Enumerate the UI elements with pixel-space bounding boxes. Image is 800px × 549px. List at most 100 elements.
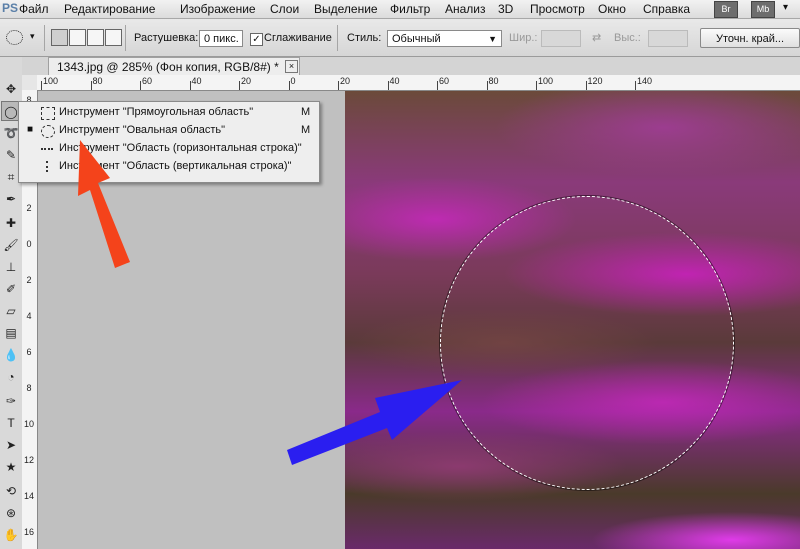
flyout-item[interactable]: ■ Инструмент "Овальная область" M [19, 122, 319, 140]
height-input[interactable] [648, 30, 688, 47]
ruler-label: 12 [23, 455, 34, 465]
ruler-origin[interactable] [22, 75, 38, 91]
bridge-button[interactable]: Br [714, 1, 738, 18]
document-tab-strip: 1343.jpg @ 285% (Фон копия, RGB/8#) * × [22, 57, 800, 76]
app-logo: PS [2, 1, 19, 15]
swap-icon[interactable]: ⇄ [592, 31, 601, 44]
flyout-item-label: Инструмент "Область (горизонтальная стро… [59, 142, 302, 154]
flyout-item-label: Инструмент "Овальная область" [59, 124, 226, 136]
ruler-label: 2 [26, 203, 32, 213]
menu-edit[interactable]: Редактирование [64, 2, 155, 16]
ruler-tick [90, 81, 92, 90]
brush-tool-icon[interactable]: 🖌 [1, 235, 21, 255]
blur-tool-icon[interactable]: 💧 [1, 345, 21, 365]
healing-brush-tool-icon[interactable]: ✚ [1, 213, 21, 233]
shape-tool-icon[interactable]: ★ [1, 457, 21, 477]
ruler-label: 0 [26, 239, 32, 249]
ruler-label: 8 [26, 383, 32, 393]
intersect-selection-icon[interactable] [105, 29, 122, 46]
shortcut-key: M [301, 124, 311, 136]
ruler-tick [140, 81, 141, 90]
active-bullet-icon: ■ [27, 124, 34, 135]
ruler-tick [189, 81, 191, 90]
ruler-label: 0 [290, 76, 296, 86]
close-icon[interactable]: × [285, 60, 298, 73]
ruler-label: 120 [587, 76, 603, 86]
ruler-label: 100 [43, 76, 59, 86]
clone-stamp-tool-icon[interactable]: ⊥ [1, 257, 21, 277]
feather-input[interactable]: 0 пикс. [199, 30, 243, 47]
ellipse-marquee-icon [41, 125, 55, 138]
move-tool-icon[interactable]: ✥ [1, 79, 21, 99]
ruler-label: 40 [389, 76, 400, 86]
add-selection-icon[interactable] [69, 29, 86, 46]
mini-bridge-button[interactable]: Mb [751, 1, 775, 18]
chevron-down-icon: ▼ [488, 34, 497, 44]
preset-dropdown-icon[interactable]: ▾ [30, 31, 35, 42]
style-select[interactable]: Обычный ▼ [387, 30, 502, 47]
menu-select[interactable]: Выделение [314, 2, 378, 16]
menu-layers[interactable]: Слои [270, 2, 299, 16]
flyout-item[interactable]: Инструмент "Область (горизонтальная стро… [19, 140, 319, 158]
document-image[interactable] [345, 91, 800, 549]
ruler-tick [486, 81, 488, 90]
ruler-label: 100 [538, 76, 554, 86]
separator [125, 25, 126, 51]
menu-view[interactable]: Просмотр [530, 2, 585, 16]
row-marquee-icon [41, 148, 53, 150]
menu-3d[interactable]: 3D [498, 2, 513, 16]
ruler-tick [338, 81, 339, 90]
dodge-tool-icon[interactable]: ◔ [1, 367, 21, 387]
eraser-tool-icon[interactable]: ▱ [1, 301, 21, 321]
menu-file[interactable]: Файл [19, 2, 49, 16]
menu-image[interactable]: Изображение [180, 2, 256, 16]
refine-edge-button[interactable]: Уточн. край... [700, 28, 800, 48]
ruler-tick [437, 81, 438, 90]
ellipse-marquee-preset-icon[interactable] [6, 30, 23, 45]
3d-orbit-tool-icon[interactable]: ⊛ [1, 503, 21, 523]
path-select-tool-icon[interactable]: ➤ [1, 435, 21, 455]
ruler-tick [387, 81, 389, 90]
document-tab[interactable]: 1343.jpg @ 285% (Фон копия, RGB/8#) * × [48, 57, 300, 76]
ruler-tick [635, 81, 636, 90]
3d-rotate-tool-icon[interactable]: ⟲ [1, 481, 21, 501]
menu-analysis[interactable]: Анализ [445, 2, 486, 16]
antialias-checkbox[interactable]: ✓ [250, 33, 263, 46]
type-tool-icon[interactable]: T [1, 413, 21, 433]
ruler-label: 6 [26, 347, 32, 357]
ruler-label: 60 [439, 76, 450, 86]
width-label: Шир.: [509, 32, 538, 44]
antialias-label: Сглаживание [264, 32, 332, 44]
flyout-item[interactable]: Инструмент "Прямоугольная область" M [19, 104, 319, 122]
pen-tool-icon[interactable]: ✑ [1, 391, 21, 411]
ruler-tick [239, 81, 240, 90]
menu-help[interactable]: Справка [643, 2, 690, 16]
menu-bar: PS Файл Редактирование Изображение Слои … [0, 0, 800, 19]
workspace-arrow-icon[interactable]: ▾ [783, 2, 788, 13]
ruler-label: 80 [488, 76, 499, 86]
new-selection-icon[interactable] [51, 29, 68, 46]
ruler-label: 80 [92, 76, 103, 86]
ruler-label: 16 [23, 527, 34, 537]
menu-window[interactable]: Окно [598, 2, 626, 16]
shortcut-key: M [301, 106, 311, 118]
ruler-tick [41, 81, 42, 90]
style-label: Стиль: [347, 32, 382, 44]
width-input[interactable] [541, 30, 581, 47]
ruler-label: 20 [340, 76, 351, 86]
gradient-tool-icon[interactable]: ▤ [1, 323, 21, 343]
elliptical-selection [440, 196, 734, 490]
options-bar: ▾ Растушевка: 0 пикс. ✓ Сглаживание Стил… [0, 19, 800, 57]
flyout-item[interactable]: Инструмент "Область (вертикальная строка… [19, 158, 319, 176]
horizontal-ruler[interactable]: 100 80 60 40 20 0 20 40 60 80 100 120 140 [37, 75, 800, 91]
hand-tool-icon[interactable]: ✋ [1, 525, 21, 545]
column-marquee-icon [46, 161, 48, 172]
menu-filter[interactable]: Фильтр [390, 2, 430, 16]
subtract-selection-icon[interactable] [87, 29, 104, 46]
feather-label: Растушевка: [134, 32, 199, 44]
eyedropper-tool-icon[interactable]: ✒ [1, 189, 21, 209]
history-brush-tool-icon[interactable]: ✐ [1, 279, 21, 299]
flyout-item-label: Инструмент "Область (вертикальная строка… [59, 160, 292, 172]
ruler-label: 4 [26, 311, 32, 321]
rect-marquee-icon [41, 107, 55, 120]
